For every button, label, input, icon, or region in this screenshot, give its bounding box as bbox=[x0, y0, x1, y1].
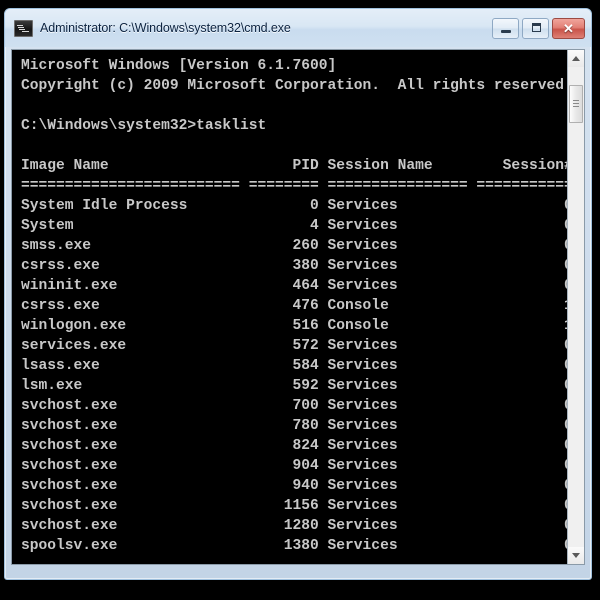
title-bar[interactable]: Administrator: C:\Windows\system32\cmd.e… bbox=[5, 9, 591, 47]
console-output[interactable]: Microsoft Windows [Version 6.1.7600] Cop… bbox=[12, 50, 567, 564]
close-icon: ✕ bbox=[563, 20, 574, 36]
scroll-down-button[interactable] bbox=[568, 547, 584, 564]
maximize-icon bbox=[532, 22, 541, 32]
close-button[interactable]: ✕ bbox=[552, 17, 585, 39]
scroll-up-button[interactable] bbox=[568, 50, 584, 67]
chevron-down-icon bbox=[572, 553, 580, 558]
minimize-button[interactable] bbox=[492, 17, 519, 39]
maximize-button[interactable] bbox=[522, 17, 549, 39]
cmd-window: Administrator: C:\Windows\system32\cmd.e… bbox=[4, 8, 592, 580]
console-text: Microsoft Windows [Version 6.1.7600] Cop… bbox=[21, 58, 567, 554]
console-scrollbar[interactable] bbox=[567, 50, 584, 564]
console-area: Microsoft Windows [Version 6.1.7600] Cop… bbox=[11, 49, 585, 565]
window-controls: ✕ bbox=[492, 17, 585, 39]
window-title: Administrator: C:\Windows\system32\cmd.e… bbox=[40, 21, 291, 35]
cmd-icon bbox=[14, 19, 33, 37]
minimize-icon bbox=[501, 29, 511, 33]
scrollbar-thumb[interactable] bbox=[569, 84, 583, 123]
chevron-up-icon bbox=[572, 56, 580, 61]
